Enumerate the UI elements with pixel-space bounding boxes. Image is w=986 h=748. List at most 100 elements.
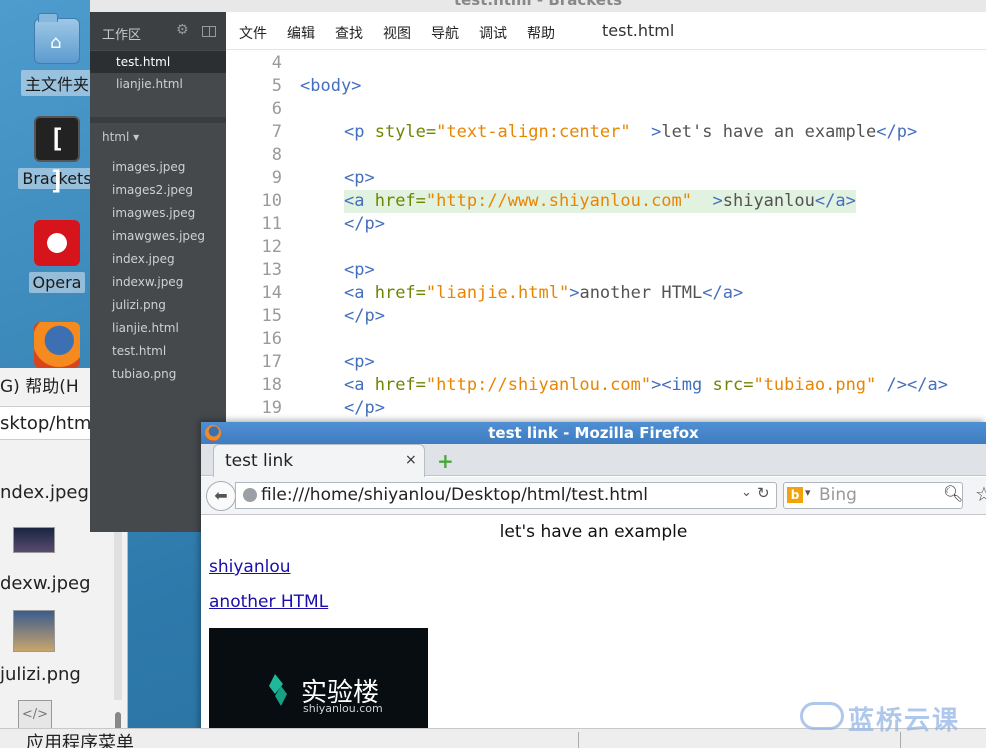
code-line: 19 </p>: [226, 397, 986, 420]
desktop-icon-brackets[interactable]: [ ] Brackets: [12, 116, 102, 196]
code-token: <body>: [300, 76, 362, 96]
code-line: 4: [226, 52, 986, 75]
link-shiyanlou[interactable]: shiyanlou: [209, 557, 291, 577]
code-line: 13 <p>: [226, 259, 986, 282]
menu-help[interactable]: 帮助: [527, 23, 555, 43]
image-thumbnail-icon[interactable]: [13, 527, 55, 553]
desktop-icon-firefox[interactable]: [12, 322, 102, 368]
line-number: 14: [261, 283, 282, 303]
brackets-titlebar[interactable]: test.html - Brackets: [90, 0, 986, 12]
code-token: src=: [702, 375, 754, 395]
tab-title[interactable]: test link: [225, 451, 293, 471]
working-files-title: 工作区: [102, 28, 142, 43]
bookmark-star-icon[interactable]: ☆: [975, 482, 986, 506]
code-line: 17 <p>: [226, 351, 986, 374]
menu-debug[interactable]: 调试: [479, 23, 507, 43]
code-token: <p: [344, 122, 365, 142]
code-token: let's have an example: [661, 122, 877, 142]
code-token: <a: [344, 283, 365, 303]
code-line: 14 <a href="lianjie.html">another HTML</a…: [226, 282, 986, 305]
project-file[interactable]: images.jpeg: [112, 160, 185, 174]
applications-menu-button[interactable]: 应用程序菜单: [26, 729, 134, 748]
window-title: test.html - Brackets: [453, 0, 623, 9]
working-file-test-html[interactable]: test.html: [90, 51, 226, 73]
line-number: 6: [271, 99, 282, 119]
gear-icon[interactable]: ⚙: [176, 22, 189, 38]
line-number: 10: [261, 191, 282, 211]
project-dropdown[interactable]: html ▾: [102, 130, 139, 144]
code-token: href=: [364, 375, 426, 395]
close-tab-icon[interactable]: ×: [405, 452, 417, 468]
desktop-icon-label: 主文件夹: [20, 70, 93, 96]
line-number: 7: [271, 122, 282, 142]
file-item-label[interactable]: julizi.png: [0, 664, 81, 685]
project-file[interactable]: indexw.jpeg: [112, 275, 183, 289]
home-folder-icon: ⌂: [34, 13, 80, 64]
back-button[interactable]: ⬅: [206, 481, 236, 511]
firefox-titlebar[interactable]: test link - Mozilla Firefox: [201, 422, 986, 444]
sidebar-divider: [90, 117, 226, 123]
image-thumbnail-icon[interactable]: [13, 610, 55, 652]
code-line: 5 <body>: [226, 75, 986, 98]
code-token: "lianjie.html": [425, 283, 570, 303]
code-token: style=: [364, 122, 437, 142]
chevron-down-icon[interactable]: ▾: [805, 486, 811, 499]
reload-icon[interactable]: ↻: [757, 484, 770, 502]
window-title: test link - Mozilla Firefox: [488, 424, 699, 442]
file-item-label[interactable]: dexw.jpeg: [0, 573, 91, 594]
project-file[interactable]: imagwes.jpeg: [112, 206, 195, 220]
current-file-name: test.html: [602, 21, 675, 40]
search-icon[interactable]: 🔍︎: [943, 484, 963, 503]
code-line: 18 <a href="http://shiyanlou.com"><img sr…: [226, 374, 986, 397]
shiyanlou-logo-icon: [269, 674, 287, 706]
menu-edit[interactable]: 编辑: [287, 23, 315, 43]
project-file[interactable]: imawgwes.jpeg: [112, 229, 205, 243]
link-another-html[interactable]: another HTML: [209, 592, 328, 612]
code-token: href=: [364, 283, 426, 303]
working-file-lianjie-html[interactable]: lianjie.html: [90, 73, 226, 95]
url-input[interactable]: file:///home/shiyanlou/Desktop/html/test…: [261, 485, 648, 505]
menu-view[interactable]: 视图: [383, 23, 411, 43]
search-input[interactable]: Bing: [819, 485, 857, 505]
line-number: 11: [261, 214, 282, 234]
line-number: 17: [261, 352, 282, 372]
page-paragraph: let's have an example: [499, 522, 688, 542]
line-number: 15: [261, 306, 282, 326]
code-token: >: [630, 122, 662, 142]
code-token: href=: [364, 191, 426, 211]
menu-file[interactable]: 文件: [239, 23, 267, 43]
line-number: 19: [261, 398, 282, 418]
split-view-icon[interactable]: [202, 26, 216, 37]
code-line: 7 <p style="text-align:center" >let's hav…: [226, 121, 986, 144]
file-item-label[interactable]: ndex.jpeg: [0, 482, 89, 503]
project-file[interactable]: index.jpeg: [112, 252, 175, 266]
brackets-icon: [ ]: [34, 116, 80, 196]
project-file[interactable]: julizi.png: [112, 298, 166, 312]
code-token: <p>: [344, 168, 375, 188]
code-token: >: [569, 283, 580, 303]
bing-engine-icon[interactable]: b: [787, 487, 803, 503]
bottom-panel: [0, 728, 986, 748]
site-identity-icon[interactable]: [243, 488, 257, 502]
html-file-icon[interactable]: </>: [18, 700, 52, 730]
line-number: 5: [271, 76, 282, 96]
menu-find[interactable]: 查找: [335, 23, 363, 43]
code-token: <p>: [344, 260, 375, 280]
chevron-down-icon[interactable]: ⌄: [741, 485, 752, 500]
code-line: 8: [226, 144, 986, 167]
menu-navigate[interactable]: 导航: [431, 23, 459, 43]
project-file[interactable]: lianjie.html: [112, 321, 179, 335]
line-number: 4: [271, 53, 282, 73]
new-tab-button[interactable]: +: [437, 449, 454, 473]
code-token: </p>: [344, 306, 385, 326]
panel-separator: [578, 732, 579, 748]
project-file[interactable]: test.html: [112, 344, 166, 358]
watermark-text: 蓝桥云课: [848, 706, 961, 736]
desktop-icon-opera[interactable]: Opera: [12, 220, 102, 293]
code-token: <a: [344, 191, 365, 211]
desktop-icon-home-folder[interactable]: ⌂ 主文件夹: [12, 13, 102, 96]
project-file[interactable]: tubiao.png: [112, 367, 176, 381]
code-line-highlighted: 10 <a href="http://www.shiyanlou.com" >sh…: [226, 190, 986, 213]
code-token: </p>: [344, 398, 385, 418]
project-file[interactable]: images2.jpeg: [112, 183, 193, 197]
